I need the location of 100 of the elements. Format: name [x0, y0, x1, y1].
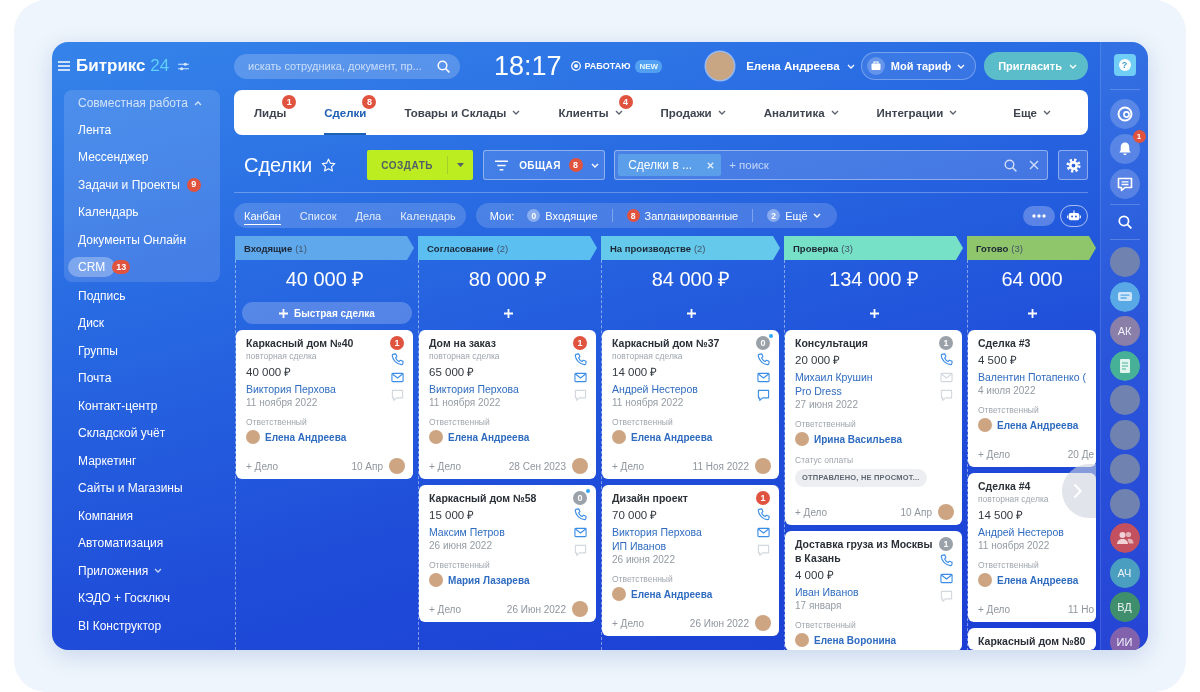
view-tab[interactable]: Дела	[355, 206, 382, 225]
menu-item[interactable]: Календарь	[68, 202, 149, 223]
menu-item[interactable]: Контакт-центр	[68, 395, 168, 416]
menu-item[interactable]: КЭДО + Госключ	[68, 588, 181, 609]
activity-counter[interactable]: 1	[573, 336, 587, 350]
avatar-icon[interactable]	[938, 504, 954, 520]
mail-icon[interactable]	[939, 572, 953, 585]
menu-item[interactable]: Мессенджер	[68, 147, 159, 168]
mail-icon[interactable]	[573, 371, 587, 384]
responsible-link[interactable]: Елена Андреева	[448, 431, 530, 443]
view-tab[interactable]: Список	[299, 206, 337, 225]
sliders-icon[interactable]	[178, 61, 190, 71]
quick-deal-button[interactable]: Быстрая сделка	[242, 302, 412, 324]
search-icon[interactable]	[1004, 158, 1017, 172]
client-link[interactable]: Андрей Нестеров	[978, 525, 1064, 539]
deal-title[interactable]: Консультация	[795, 336, 934, 350]
deal-card[interactable]: Сделка #3 4 500 ₽ Валентин Потапенко ( 4 июля 2022 Ответственный Елена Андреева + Дело 20 Де	[968, 330, 1096, 467]
deal-title[interactable]: Каркасный дом №40	[246, 336, 385, 350]
counter-filter[interactable]: Входящие	[545, 209, 598, 222]
deal-card[interactable]: Сделка #4 повторная сделка 14 500 ₽ Андрей Нестеров 11 ноября 2022 Ответственный Елена Андреева + Дело 11 Но	[968, 473, 1096, 622]
counter-filter[interactable]: Запланированные	[644, 209, 739, 222]
menu-item[interactable]: BI Конструктор	[68, 615, 172, 636]
add-activity-link[interactable]: + Дело	[978, 603, 1011, 615]
client-link[interactable]: Виктория Перхова	[612, 525, 702, 539]
ring-icon[interactable]	[1109, 99, 1140, 129]
nav-tab[interactable]: Интеграции	[876, 90, 958, 135]
client-link[interactable]: Валентин Потапенко (	[978, 370, 1086, 384]
plus-icon[interactable]	[1027, 308, 1037, 318]
mail-icon[interactable]	[573, 526, 587, 539]
phone-icon[interactable]	[573, 508, 587, 521]
responsible-link[interactable]: Елена Андреева	[265, 431, 347, 443]
chat-icon[interactable]	[756, 389, 770, 402]
nav-tab[interactable]: Продажи	[660, 90, 726, 135]
menu-item[interactable]: Группы	[68, 340, 128, 361]
add-activity-link[interactable]: + Дело	[978, 448, 1011, 460]
menu-icon[interactable]	[58, 61, 70, 71]
add-activity-link[interactable]: + Дело	[612, 460, 645, 472]
plus-icon[interactable]	[503, 308, 513, 318]
avatar-icon[interactable]	[1109, 454, 1140, 484]
chat-icon[interactable]	[1109, 169, 1140, 199]
mail-icon[interactable]	[390, 371, 404, 384]
view-tab[interactable]: Календарь	[400, 206, 456, 225]
search-icon[interactable]	[1117, 215, 1132, 229]
search-input[interactable]: + поиск	[729, 154, 996, 176]
mail-icon[interactable]	[756, 526, 770, 539]
deal-card[interactable]: Каркасный дом №80	[968, 628, 1096, 650]
contact-avatar[interactable]: АЧ	[1109, 557, 1140, 588]
menu-group-toggle[interactable]: Приложения	[68, 560, 173, 581]
deal-title[interactable]: Сделка #4	[978, 479, 1094, 493]
avatar-icon[interactable]	[706, 52, 735, 80]
menu-item[interactable]: Сайты и Магазины	[68, 478, 193, 499]
menu-item[interactable]: Диск	[68, 313, 115, 334]
avatar-icon[interactable]	[755, 615, 771, 631]
deal-card[interactable]: Каркасный дом №58 15 000 ₽ Максим Петров 26 июня 2022 Ответственный Мария Лазарева 0 + Дело 26 Июн 2022	[419, 485, 596, 622]
menu-item[interactable]: Автоматизация	[68, 533, 174, 554]
responsible-link[interactable]: Мария Лазарева	[448, 574, 530, 586]
deal-title[interactable]: Дом на заказ	[429, 336, 568, 350]
phone-icon[interactable]	[390, 353, 404, 366]
work-status-button[interactable]: РАБОТАЮ	[570, 61, 631, 71]
close-icon[interactable]	[1029, 160, 1039, 170]
phone-icon[interactable]	[756, 353, 770, 366]
stage-header[interactable]: Согласование (2)	[418, 236, 597, 260]
deal-title[interactable]: Дизайн проект	[612, 491, 751, 505]
stage-header[interactable]: Проверка (3)	[784, 236, 963, 260]
deal-title[interactable]: Доставка груза из Москвы в Казань	[795, 537, 934, 565]
stage-header[interactable]: На производстве (2)	[601, 236, 780, 260]
responsible-link[interactable]: Елена Андреева	[631, 588, 713, 600]
deal-card[interactable]: Дом на заказ повторная сделка 65 000 ₽ Виктория Перхова 11 ноября 2022 Ответственный Елена Андреева 1 + Дело 28 Сен 2023	[419, 330, 596, 479]
responsible-link[interactable]: Елена Андреева	[631, 431, 713, 443]
search-field[interactable]: Сделки в ... + поиск	[614, 150, 1048, 180]
add-activity-link[interactable]: + Дело	[429, 460, 462, 472]
responsible-link[interactable]: Елена Андреева	[997, 574, 1079, 586]
activity-counter[interactable]: 1	[390, 336, 404, 350]
menu-item[interactable]: Документы Онлайн	[68, 229, 197, 250]
avatar-icon[interactable]	[572, 458, 588, 474]
deal-card[interactable]: Каркасный дом №40 повторная сделка 40 000 ₽ Виктория Перхова 11 ноября 2022 Ответственный Елена Андреева 1 + Дело 10 Апр	[236, 330, 413, 479]
search-icon[interactable]	[437, 59, 450, 73]
avatar-icon[interactable]	[389, 458, 405, 474]
plus-icon[interactable]	[686, 308, 696, 318]
client-link[interactable]: Андрей Нестеров	[612, 382, 698, 396]
deal-title[interactable]: Сделка #3	[978, 336, 1094, 350]
close-icon[interactable]	[706, 160, 716, 170]
phone-icon[interactable]	[756, 508, 770, 521]
contact-avatar[interactable]: ИИ	[1109, 626, 1140, 650]
plus-icon[interactable]	[869, 308, 879, 318]
filter-chip[interactable]: Сделки в ...	[618, 154, 722, 176]
deal-card[interactable]: Доставка груза из Москвы в Казань 4 000 ₽ Иван Иванов 17 января Ответственный Елена Воронина 1	[785, 531, 962, 650]
mail-icon[interactable]	[756, 371, 770, 384]
responsible-link[interactable]: Елена Андреева	[997, 419, 1079, 431]
filter-button[interactable]: ОБЩАЯ 8	[483, 150, 606, 180]
phone-icon[interactable]	[573, 353, 587, 366]
user-menu-button[interactable]: Елена Андреева	[746, 60, 855, 72]
phone-icon[interactable]	[939, 554, 953, 567]
deal-card[interactable]: Дизайн проект 70 000 ₽ Виктория Перхова ИП Иванов 26 июня 2022 Ответственный Елена Андреева 1 + Дело 26 Июн 2022	[602, 485, 779, 636]
add-activity-link[interactable]: + Дело	[246, 460, 279, 472]
avatar-icon[interactable]	[572, 601, 588, 617]
settings-button[interactable]	[1058, 150, 1088, 180]
help-button[interactable]: ?	[1113, 54, 1136, 76]
responsible-link[interactable]: Елена Воронина	[814, 634, 897, 646]
add-activity-link[interactable]: + Дело	[612, 617, 645, 629]
